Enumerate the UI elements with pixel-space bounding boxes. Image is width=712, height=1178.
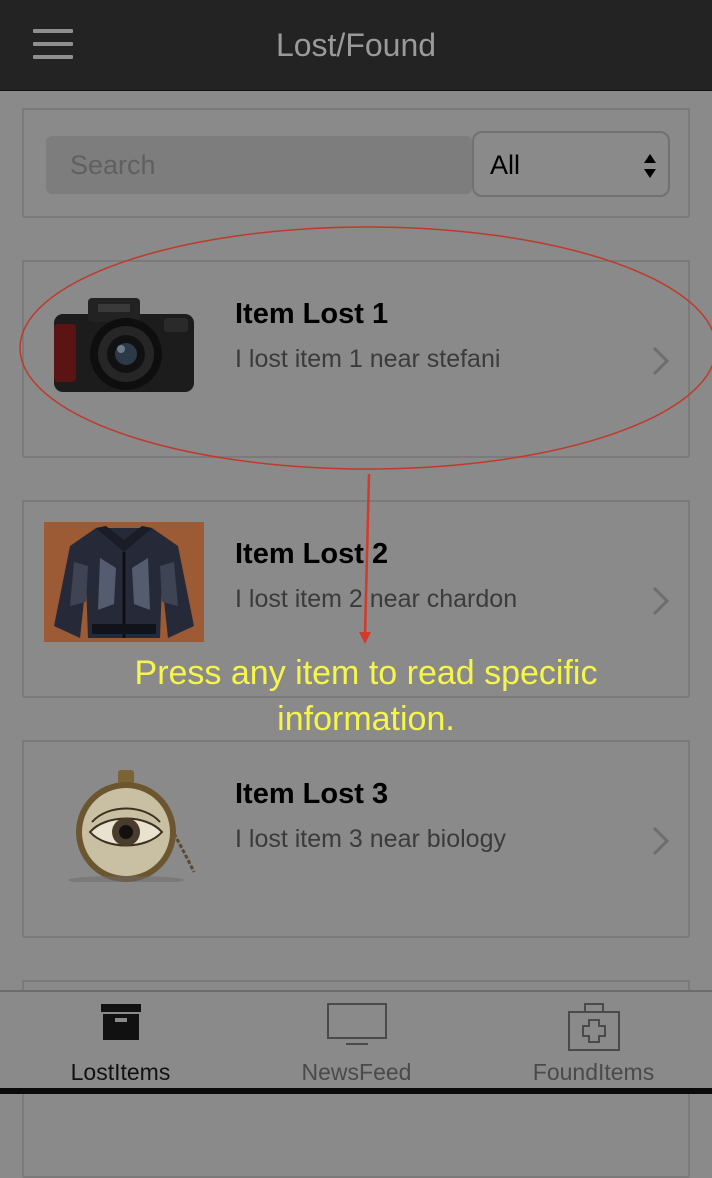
filter-selected-value: All: [490, 150, 521, 180]
first-aid-kit-icon: [567, 1003, 620, 1051]
item-title: Item Lost 1: [235, 298, 389, 330]
tab-label: FoundItems: [532, 1059, 655, 1085]
bottom-tab-bar: LostItems NewsFeed FoundItems: [0, 990, 712, 1094]
archive-box-icon: [100, 1004, 141, 1040]
tutorial-hint-line: information.: [277, 700, 455, 738]
eye-pendant-image: [68, 770, 196, 882]
select-arrows-icon: [644, 154, 656, 178]
monitor-icon: [326, 1003, 387, 1045]
bottom-edge: [0, 1088, 712, 1094]
page-title: Lost/Found: [275, 27, 437, 63]
chevron-right-icon: [652, 826, 670, 856]
item-title: Item Lost 3: [235, 778, 389, 810]
chevron-right-icon: [652, 586, 670, 616]
item-description: I lost item 1 near stefani: [235, 345, 501, 373]
item-description: I lost item 2 near chardon: [235, 585, 518, 613]
item-title: Item Lost 2: [235, 538, 389, 570]
list-item[interactable]: Item Lost 1 I lost item 1 near stefani: [22, 260, 690, 458]
list-item[interactable]: Item Lost 3 I lost item 3 near biology: [22, 740, 690, 938]
app-header: Lost/Found: [0, 0, 712, 91]
category-filter-select[interactable]: All: [472, 131, 670, 197]
tab-found-items[interactable]: FoundItems: [475, 992, 712, 1088]
jacket-image: [44, 522, 204, 642]
list-item[interactable]: Item Lost 2 I lost item 2 near chardon: [22, 500, 690, 698]
search-panel: All: [22, 108, 690, 218]
search-input[interactable]: [46, 136, 472, 194]
tab-lost-items[interactable]: LostItems: [2, 992, 239, 1088]
tab-news-feed[interactable]: NewsFeed: [238, 992, 475, 1088]
tab-label: LostItems: [70, 1059, 171, 1085]
camera-image: [54, 298, 194, 392]
item-description: I lost item 3 near biology: [235, 825, 506, 853]
chevron-right-icon: [652, 346, 670, 376]
tab-label: NewsFeed: [301, 1059, 412, 1085]
